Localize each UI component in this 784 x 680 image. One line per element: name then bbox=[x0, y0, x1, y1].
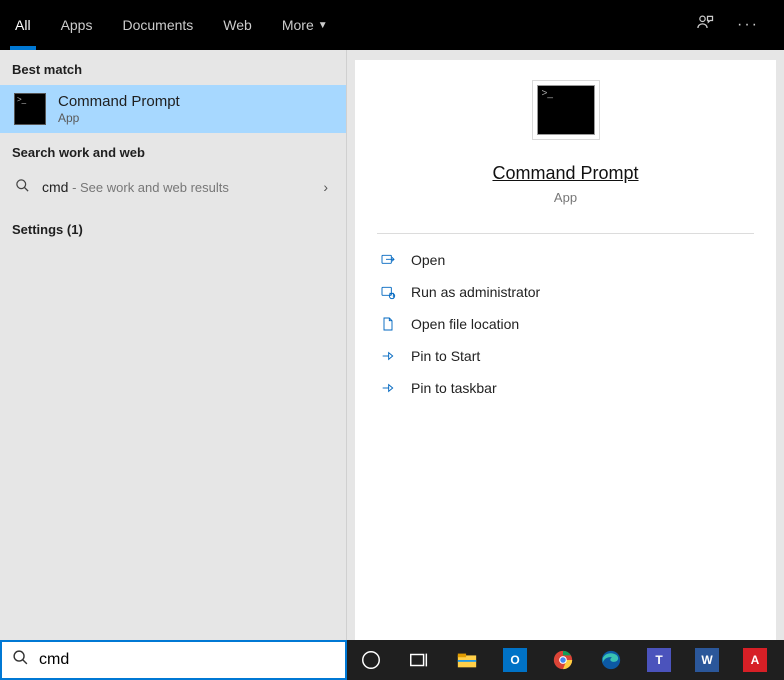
web-query-text: cmd bbox=[42, 179, 68, 195]
action-open-label: Open bbox=[411, 252, 445, 268]
action-open-location[interactable]: Open file location bbox=[379, 308, 752, 340]
edge-button[interactable] bbox=[587, 640, 635, 680]
tab-all[interactable]: All bbox=[0, 0, 46, 50]
outlook-button[interactable]: O bbox=[491, 640, 539, 680]
pin-icon bbox=[379, 348, 397, 364]
results-panel: Best match Command Prompt App Search wor… bbox=[0, 50, 347, 640]
open-icon bbox=[379, 252, 397, 268]
file-location-icon bbox=[379, 316, 397, 332]
action-pin-start[interactable]: Pin to Start bbox=[379, 340, 752, 372]
command-prompt-icon bbox=[14, 93, 46, 125]
action-open[interactable]: Open bbox=[379, 244, 752, 276]
result-title: Command Prompt bbox=[58, 93, 180, 111]
web-search-result[interactable]: cmd - See work and web results › bbox=[0, 168, 346, 206]
preview-inner: Command Prompt App Open Run as administr… bbox=[355, 60, 776, 640]
search-web-label: Search work and web bbox=[0, 133, 346, 168]
preview-title[interactable]: Command Prompt bbox=[355, 163, 776, 184]
best-match-result[interactable]: Command Prompt App bbox=[0, 85, 346, 133]
action-pin-start-label: Pin to Start bbox=[411, 348, 480, 364]
file-explorer-button[interactable] bbox=[443, 640, 491, 680]
pin-taskbar-icon bbox=[379, 380, 397, 396]
preview-subtitle: App bbox=[355, 190, 776, 205]
web-tail-text: - See work and web results bbox=[68, 180, 228, 195]
chevron-down-icon: ▼ bbox=[318, 20, 328, 31]
search-tabs-bar: All Apps Documents Web More ▼ ··· bbox=[0, 0, 784, 50]
tab-more[interactable]: More ▼ bbox=[267, 0, 343, 50]
preview-panel: Command Prompt App Open Run as administr… bbox=[347, 50, 784, 640]
tab-apps-label: Apps bbox=[61, 17, 93, 33]
action-run-admin-label: Run as administrator bbox=[411, 284, 540, 300]
taskbar-items: O T W A bbox=[347, 640, 779, 680]
cortana-button[interactable] bbox=[347, 640, 395, 680]
action-pin-taskbar-label: Pin to taskbar bbox=[411, 380, 497, 396]
chevron-right-icon: › bbox=[323, 179, 332, 195]
tab-web-label: Web bbox=[223, 17, 252, 33]
tab-documents[interactable]: Documents bbox=[107, 0, 208, 50]
tab-apps[interactable]: Apps bbox=[46, 0, 108, 50]
taskbar: O T W A bbox=[0, 640, 784, 680]
word-button[interactable]: W bbox=[683, 640, 731, 680]
preview-separator bbox=[377, 233, 754, 234]
more-options-icon[interactable]: ··· bbox=[737, 16, 759, 34]
action-open-location-label: Open file location bbox=[411, 316, 519, 332]
acrobat-button[interactable]: A bbox=[731, 640, 779, 680]
action-list: Open Run as administrator Open file loca… bbox=[355, 244, 776, 404]
search-panels: Best match Command Prompt App Search wor… bbox=[0, 50, 784, 640]
chrome-button[interactable] bbox=[539, 640, 587, 680]
task-view-button[interactable] bbox=[395, 640, 443, 680]
search-input[interactable] bbox=[39, 651, 335, 669]
feedback-icon[interactable] bbox=[695, 13, 715, 38]
preview-app-icon bbox=[537, 85, 595, 135]
teams-button[interactable]: T bbox=[635, 640, 683, 680]
settings-section-label: Settings (1) bbox=[0, 206, 346, 245]
tab-all-label: All bbox=[15, 17, 31, 33]
action-pin-taskbar[interactable]: Pin to taskbar bbox=[379, 372, 752, 404]
search-icon bbox=[12, 649, 29, 671]
tab-documents-label: Documents bbox=[122, 17, 193, 33]
search-icon bbox=[14, 178, 30, 196]
best-match-label: Best match bbox=[0, 50, 346, 85]
admin-icon bbox=[379, 284, 397, 300]
result-subtitle: App bbox=[58, 111, 180, 125]
tab-web[interactable]: Web bbox=[208, 0, 267, 50]
taskbar-search-box[interactable] bbox=[0, 640, 347, 680]
tab-more-label: More bbox=[282, 17, 314, 33]
action-run-admin[interactable]: Run as administrator bbox=[379, 276, 752, 308]
